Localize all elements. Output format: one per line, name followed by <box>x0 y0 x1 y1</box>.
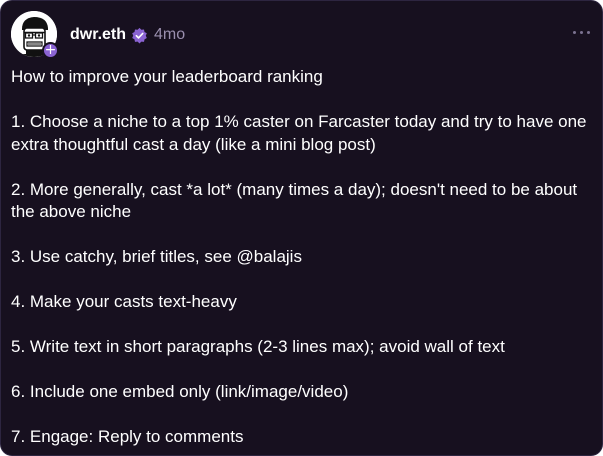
cast-header: dwr.eth 4mo <box>70 24 185 46</box>
cast-paragraph: 7. Engage: Reply to comments <box>11 427 244 446</box>
more-options-icon[interactable] <box>573 31 590 34</box>
cast-timestamp[interactable]: 4mo <box>154 26 185 44</box>
cast-text: How to improve your leaderboard ranking … <box>11 66 596 455</box>
author-username[interactable]: dwr.eth <box>70 26 126 44</box>
cast-title: How to improve your leaderboard ranking <box>11 67 323 86</box>
cast-paragraph: 4. Make your casts text-heavy <box>11 292 237 311</box>
verified-badge-icon <box>132 27 147 43</box>
author-avatar[interactable]: + <box>11 11 59 59</box>
cast-card[interactable]: + dwr.eth 4mo How to improve your leader… <box>0 0 603 456</box>
plus-icon[interactable]: + <box>42 42 59 59</box>
cast-paragraph: 3. Use catchy, brief titles, see @balaji… <box>11 247 302 266</box>
cast-paragraph: 2. More generally, cast *a lot* (many ti… <box>11 179 578 222</box>
cast-paragraph: 6. Include one embed only (link/image/vi… <box>11 382 349 401</box>
cast-paragraph: 5. Write text in short paragraphs (2-3 l… <box>11 337 505 356</box>
cast-paragraph: 1. Choose a niche to a top 1% caster on … <box>11 112 587 154</box>
